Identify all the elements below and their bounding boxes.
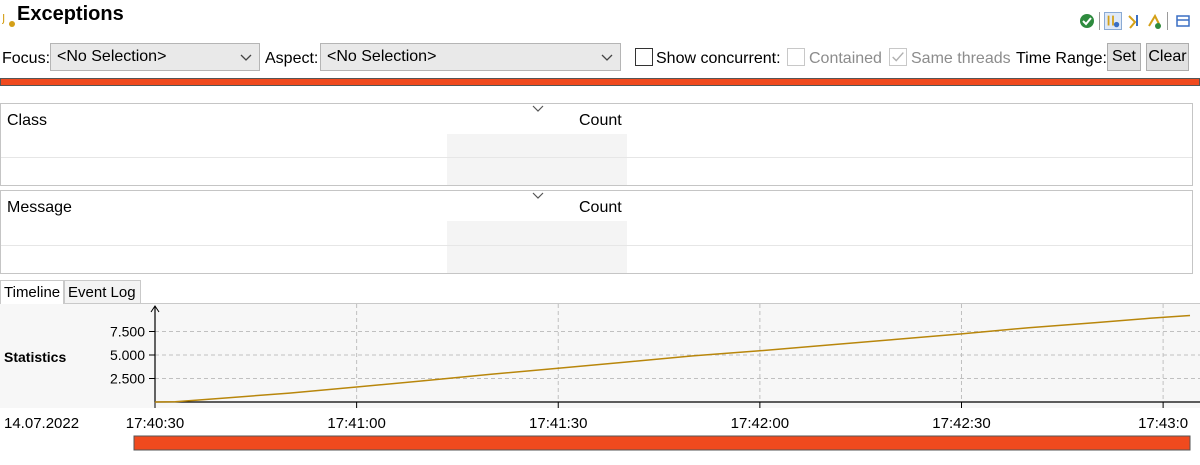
class-column-header[interactable]: Class (7, 112, 47, 130)
focus-dropdown[interactable]: <No Selection> (50, 43, 260, 71)
timeline-chart: 2.500 5.000 7.500 17:40:30 17:41:00 17:41:30… (0, 304, 1200, 465)
tab-event-log[interactable]: Event Log (64, 280, 141, 304)
x-tick-labels: 17:40:30 17:41:00 17:41:30 17:42:00 17:42:30… (126, 415, 1188, 432)
statistics-row-label: Statistics (4, 349, 66, 365)
timeline-chart-svg: 2.500 5.000 7.500 17:40:30 17:41:00 17:41:30… (0, 304, 1200, 451)
show-concurrent-label: Show concurrent: (656, 50, 781, 67)
svg-text:J: J (2, 12, 5, 25)
message-table: Message Count (0, 190, 1193, 274)
x-tick-label: 17:43:0 (1138, 415, 1188, 432)
y-tick-label: 2.500 (110, 371, 145, 387)
view-title: Exceptions (17, 3, 124, 25)
sort-chevron-icon[interactable] (531, 191, 545, 201)
view-menu-icon[interactable] (1174, 12, 1192, 30)
class-table: Class Count (0, 103, 1193, 186)
time-range-bar[interactable] (0, 78, 1200, 86)
green-check-icon[interactable] (1078, 12, 1096, 30)
count-column-header[interactable]: Count (579, 199, 622, 217)
y-tick-label: 7.500 (110, 324, 145, 340)
x-tick-label: 17:41:30 (529, 415, 587, 432)
same-threads-checkbox[interactable] (889, 48, 907, 66)
clear-button[interactable]: Clear (1146, 43, 1189, 71)
chevron-down-icon (240, 54, 252, 61)
chevron-down-icon (601, 54, 613, 61)
x-tick-label: 17:40:30 (126, 415, 184, 432)
date-label: 14.07.2022 (4, 415, 79, 432)
row-divider (1, 157, 1192, 158)
toolbar-separator (1167, 12, 1168, 30)
aspect-dropdown[interactable]: <No Selection> (320, 43, 621, 71)
x-tick-label: 17:41:00 (327, 415, 385, 432)
exceptions-view-icon: J (2, 12, 15, 27)
aspect-dropdown-value: <No Selection> (327, 48, 437, 65)
x-tick-label: 17:42:30 (932, 415, 990, 432)
thread-aspect-icon[interactable] (1126, 12, 1144, 30)
aspect-label: Aspect: (265, 50, 319, 67)
time-range-label: Time Range: (1016, 50, 1107, 67)
thread-filter-icon[interactable] (1104, 12, 1122, 30)
thread-aspect-alt-icon[interactable] (1146, 12, 1164, 30)
y-tick-label: 5.000 (110, 347, 145, 363)
time-range-selection-bar[interactable] (133, 435, 1191, 451)
contained-label: Contained (809, 50, 882, 67)
y-tick-labels: 2.500 5.000 7.500 (110, 324, 145, 387)
chart-background (0, 304, 1200, 408)
x-tick-label: 17:42:00 (731, 415, 789, 432)
set-button[interactable]: Set (1107, 43, 1141, 71)
sort-chevron-icon[interactable] (531, 104, 545, 114)
focus-label: Focus: (2, 50, 51, 67)
contained-checkbox[interactable] (787, 48, 805, 66)
count-column-header[interactable]: Count (579, 112, 622, 130)
focus-dropdown-value: <No Selection> (57, 48, 167, 65)
row-divider (1, 245, 1192, 246)
toolbar-separator (1099, 12, 1100, 30)
message-column-header[interactable]: Message (7, 199, 72, 217)
tab-timeline[interactable]: Timeline (0, 280, 64, 305)
view-header: J Exceptions (0, 0, 1200, 36)
show-concurrent-checkbox[interactable] (635, 48, 653, 66)
same-threads-label: Same threads (911, 50, 1011, 67)
